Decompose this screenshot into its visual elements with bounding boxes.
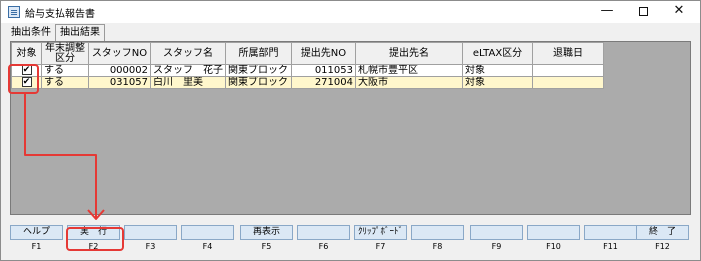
cell-staff-no[interactable]: 000002 (88, 64, 151, 77)
fkey-label: F4 (202, 242, 213, 251)
clipboard-button[interactable]: ｸﾘｯﾌﾟﾎﾞｰﾄﾞ (354, 225, 407, 240)
f10-button[interactable] (527, 225, 580, 240)
fkey-f10[interactable]: F10 (527, 225, 580, 255)
fkey-f11[interactable]: F11 (584, 225, 637, 255)
help-button[interactable]: ヘルプ (10, 225, 63, 240)
cell-retirement-date[interactable] (532, 76, 604, 89)
fkey-f9[interactable]: F9 (470, 225, 523, 255)
col-header-department[interactable]: 所属部門 (225, 42, 292, 65)
cell-year-end-adjustment[interactable]: する (41, 64, 89, 77)
fkey-label: F3 (145, 242, 156, 251)
fkey-label: F8 (432, 242, 443, 251)
col-header-year-end-adjustment[interactable]: 年末調整区分 (41, 42, 89, 65)
fkey-label: F11 (603, 242, 618, 251)
f3-button[interactable] (124, 225, 177, 240)
f6-button[interactable] (297, 225, 350, 240)
title-bar: 給与支払報告書 — ✕ (1, 1, 700, 23)
table-header-row: 対象 年末調整区分 スタッフNO スタッフ名 所属部門 提出先NO 提出先名 e… (11, 42, 604, 65)
tab-extraction-results[interactable]: 抽出結果 (55, 24, 105, 41)
cell-submission-name[interactable]: 大阪市 (355, 76, 463, 89)
fkey-label: F7 (375, 242, 386, 251)
close-button[interactable]: ✕ (661, 1, 697, 23)
tab-strip: 抽出条件 抽出結果 (1, 23, 700, 41)
fkey-f3[interactable]: F3 (124, 225, 177, 255)
col-header-target[interactable]: 対象 (11, 42, 42, 65)
cell-staff-no[interactable]: 031057 (88, 76, 151, 89)
fkey-f8[interactable]: F8 (411, 225, 464, 255)
results-table: 対象 年末調整区分 スタッフNO スタッフ名 所属部門 提出先NO 提出先名 e… (11, 42, 604, 89)
fkey-label: F12 (655, 242, 670, 251)
col-header-submission-name[interactable]: 提出先名 (355, 42, 463, 65)
cell-submission-no[interactable]: 011053 (291, 64, 356, 77)
cell-staff-name[interactable]: スタッフ 花子 (150, 64, 226, 77)
maximize-button[interactable] (625, 1, 661, 23)
cell-staff-name[interactable]: 白川 里美 (150, 76, 226, 89)
minimize-button[interactable]: — (589, 1, 625, 23)
refresh-button[interactable]: 再表示 (240, 225, 293, 240)
results-grid: 対象 年末調整区分 スタッフNO スタッフ名 所属部門 提出先NO 提出先名 e… (10, 41, 691, 215)
cell-department[interactable]: 関東ブロック (225, 76, 292, 89)
annotation-highlight-execute (66, 227, 124, 251)
fkey-f5[interactable]: 再表示 F5 (240, 225, 293, 255)
col-header-retirement-date[interactable]: 退職日 (532, 42, 604, 65)
cell-department[interactable]: 関東ブロック (225, 64, 292, 77)
f9-button[interactable] (470, 225, 523, 240)
app-icon (8, 6, 20, 18)
fkey-label: F6 (318, 242, 329, 251)
app-window: 給与支払報告書 — ✕ 抽出条件 抽出結果 対象 年末調整区分 スタッフNO ス… (0, 0, 701, 261)
cell-submission-name[interactable]: 札幌市豊平区 (355, 64, 463, 77)
fkey-label: F1 (31, 242, 42, 251)
annotation-highlight-checkboxes (8, 64, 39, 94)
maximize-icon (638, 7, 648, 16)
window-title: 給与支払報告書 (25, 9, 95, 20)
col-header-staff-name[interactable]: スタッフ名 (150, 42, 226, 65)
f8-button[interactable] (411, 225, 464, 240)
exit-button[interactable]: 終 了 (636, 225, 689, 240)
cell-eltax[interactable]: 対象 (462, 64, 533, 77)
cell-eltax[interactable]: 対象 (462, 76, 533, 89)
fkey-f6[interactable]: F6 (297, 225, 350, 255)
cell-retirement-date[interactable] (532, 64, 604, 77)
cell-submission-no[interactable]: 271004 (291, 76, 356, 89)
cell-year-end-adjustment[interactable]: する (41, 76, 89, 89)
col-header-submission-no[interactable]: 提出先NO (291, 42, 356, 65)
table-row[interactable]: ✔ する 031057 白川 里美 関東ブロック 271004 大阪市 対象 (11, 76, 604, 89)
table-row[interactable]: ✔ する 000002 スタッフ 花子 関東ブロック 011053 札幌市豊平区… (11, 64, 604, 77)
fkey-f12[interactable]: 終 了 F12 (636, 225, 689, 255)
fkey-label: F10 (546, 242, 561, 251)
fkey-label: F5 (261, 242, 272, 251)
fkey-f4[interactable]: F4 (181, 225, 234, 255)
fkey-f7[interactable]: ｸﾘｯﾌﾟﾎﾞｰﾄﾞ F7 (354, 225, 407, 255)
f11-button[interactable] (584, 225, 637, 240)
f4-button[interactable] (181, 225, 234, 240)
fkey-label: F9 (491, 242, 502, 251)
col-header-staff-no[interactable]: スタッフNO (88, 42, 151, 65)
tab-extraction-conditions[interactable]: 抽出条件 (7, 26, 55, 41)
col-header-eltax[interactable]: eLTAX区分 (462, 42, 533, 65)
fkey-f1[interactable]: ヘルプ F1 (10, 225, 63, 255)
